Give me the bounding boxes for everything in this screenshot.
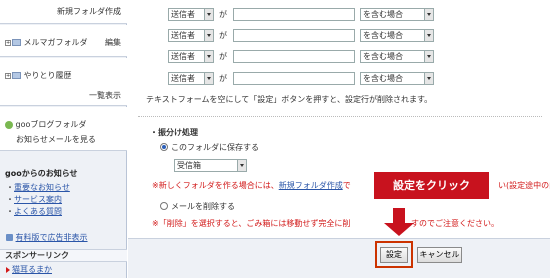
- field-select[interactable]: 送信者: [168, 50, 214, 63]
- condition-select[interactable]: を含む場合: [360, 50, 434, 63]
- filter-text-input[interactable]: [233, 50, 355, 63]
- chevron-down-icon: [424, 30, 433, 41]
- condition-select[interactable]: を含む場合: [360, 29, 434, 42]
- sidebar: 新規フォルダ作成 + メルマガフォルダ 編集 + やりとり履歴 一覧表示 goo…: [0, 0, 127, 278]
- chevron-down-icon: [424, 9, 433, 20]
- list-link[interactable]: 一覧表示: [89, 90, 121, 101]
- field-select[interactable]: 送信者: [168, 29, 214, 42]
- news-link[interactable]: サービス案内: [14, 195, 62, 204]
- save-folder-radio[interactable]: [160, 143, 168, 151]
- expand-icon[interactable]: +: [5, 39, 11, 46]
- folder-select-value: 受信箱: [177, 161, 201, 170]
- note-text: で: [342, 181, 351, 190]
- sponsor-link[interactable]: 猫耳るまか: [6, 264, 52, 275]
- new-folder-note: ※新しくフォルダを作る場合には、新規フォルダ作成で: [152, 180, 351, 191]
- list-item[interactable]: 重要なお知らせ: [6, 182, 70, 194]
- chevron-down-icon: [204, 30, 213, 41]
- news-link[interactable]: よくある質問: [14, 207, 62, 216]
- history-folder-label: やりとり履歴: [23, 71, 72, 80]
- news-link[interactable]: 重要なお知らせ: [14, 183, 70, 192]
- chevron-down-icon: [237, 160, 246, 171]
- ga-label: が: [219, 31, 227, 40]
- sponsor-title: スポンサーリンク: [0, 249, 127, 262]
- chevron-down-icon: [204, 51, 213, 62]
- edit-link[interactable]: 編集: [105, 37, 121, 48]
- filter-text-input[interactable]: [233, 29, 355, 42]
- save-button[interactable]: 設定: [380, 247, 408, 263]
- save-folder-label[interactable]: このフォルダに保存する: [171, 142, 259, 153]
- delete-note-tail: すのでご注意ください。: [411, 219, 499, 228]
- expand-icon[interactable]: +: [5, 72, 11, 79]
- adfree-label[interactable]: 有料版で広告非表示: [16, 233, 88, 242]
- goo-blog-icon: [5, 120, 13, 129]
- mailmag-folder-label: メルマガフォルダ: [23, 38, 88, 47]
- new-folder-link[interactable]: 新規フォルダ作成: [57, 6, 121, 17]
- note-text: ※新しくフォルダを作る場合には、: [152, 181, 279, 190]
- filter-hint: テキストフォームを空にして「設定」ボタンを押すと、設定行が削除されます。: [146, 95, 433, 104]
- section-title: 振分け処理: [150, 127, 198, 138]
- list-item[interactable]: よくある質問: [6, 206, 70, 218]
- condition-select[interactable]: を含む場合: [360, 8, 434, 21]
- down-arrow-icon: [393, 208, 405, 224]
- new-folder-note-tail: い(設定途中の内: [498, 181, 550, 190]
- folder-select[interactable]: 受信箱: [174, 159, 247, 172]
- blog-folder[interactable]: gooブログフォルダ: [5, 119, 86, 130]
- field-select[interactable]: 送信者: [168, 72, 214, 85]
- click-save-callout: 設定をクリック: [374, 172, 489, 199]
- condition-select-value: を含む場合: [363, 31, 403, 40]
- condition-select-value: を含む場合: [363, 52, 403, 61]
- field-select[interactable]: 送信者: [168, 8, 214, 21]
- mailmag-folder[interactable]: + メルマガフォルダ: [5, 37, 88, 48]
- news-title: gooからのお知らせ: [5, 169, 78, 178]
- chevron-down-icon: [424, 73, 433, 84]
- field-select-value: 送信者: [171, 74, 195, 83]
- ga-label: が: [219, 74, 227, 83]
- history-folder-box: + やりとり履歴 一覧表示: [0, 58, 127, 106]
- folder-icon: [12, 72, 21, 79]
- arrow-right-icon: [6, 266, 10, 273]
- condition-select-value: を含む場合: [363, 10, 403, 19]
- history-folder[interactable]: + やりとり履歴: [5, 70, 72, 81]
- divider: [138, 116, 542, 117]
- filter-text-input[interactable]: [233, 8, 355, 21]
- button-bar: [128, 238, 550, 278]
- blog-folder-box: gooブログフォルダ お知らせメールを見る: [0, 107, 127, 151]
- cancel-button[interactable]: キャンセル: [417, 247, 462, 263]
- field-select-value: 送信者: [171, 52, 195, 61]
- chevron-down-icon: [204, 73, 213, 84]
- new-folder-note-link[interactable]: 新規フォルダ作成: [279, 181, 343, 190]
- delete-note: ※「削除」を選択すると、ごみ箱には移動せず完全に削: [152, 219, 351, 228]
- blog-notice-link[interactable]: お知らせメールを見る: [16, 134, 96, 145]
- new-folder-box: 新規フォルダ作成: [0, 0, 127, 24]
- ga-label: が: [219, 52, 227, 61]
- delete-mail-radio[interactable]: [160, 202, 168, 210]
- news-list: 重要なお知らせ サービス案内 よくある質問: [6, 182, 70, 218]
- mailmag-folder-box: + メルマガフォルダ 編集: [0, 25, 127, 57]
- sponsor-link-label[interactable]: 猫耳るまか: [12, 265, 52, 274]
- delete-mail-label[interactable]: メールを削除する: [171, 201, 235, 212]
- condition-select[interactable]: を含む場合: [360, 72, 434, 85]
- down-arrow-head-icon: [384, 223, 414, 236]
- chevron-down-icon: [204, 9, 213, 20]
- folder-icon: [12, 39, 21, 46]
- main-panel: 送信者 が を含む場合 送信者 が を含む場合 送信者 が を含む場合 送信者 …: [128, 0, 550, 278]
- chevron-down-icon: [424, 51, 433, 62]
- condition-select-value: を含む場合: [363, 74, 403, 83]
- filter-text-input[interactable]: [233, 72, 355, 85]
- blog-folder-label: gooブログフォルダ: [15, 120, 87, 129]
- field-select-value: 送信者: [171, 31, 195, 40]
- premium-icon: [6, 234, 13, 241]
- list-item[interactable]: サービス案内: [6, 194, 70, 206]
- field-select-value: 送信者: [171, 10, 195, 19]
- ga-label: が: [219, 10, 227, 19]
- adfree-link[interactable]: 有料版で広告非表示: [6, 232, 88, 244]
